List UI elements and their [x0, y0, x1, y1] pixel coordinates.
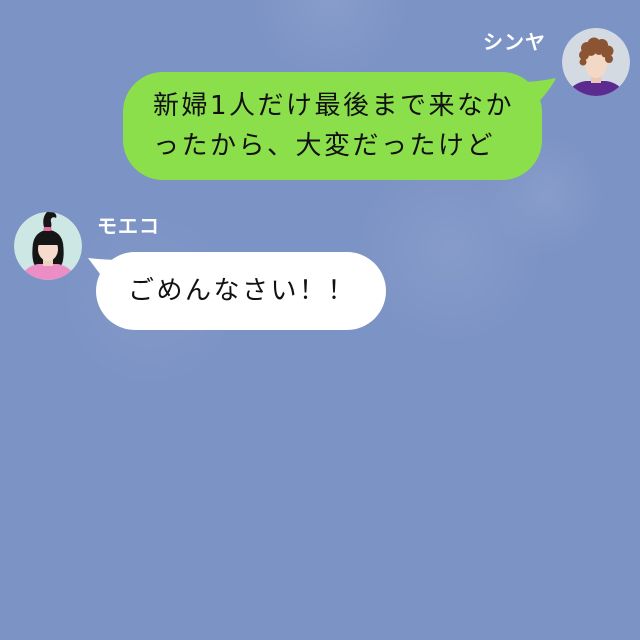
curly-hair-man-avatar-icon[interactable]: [562, 28, 630, 96]
bubble-tail: [522, 78, 556, 104]
sender-name-shinya: シンヤ: [483, 30, 546, 54]
message-line: 新婦1人だけ最後まで来なか: [152, 91, 514, 121]
ponytail-woman-avatar-icon[interactable]: [14, 212, 82, 280]
message-line: ったから、大変だったけど: [152, 131, 495, 161]
chat-screen: シンヤ 新婦1人だけ最後まで来なか ったから、大変だったけど モエコ ごめんなさ…: [0, 0, 640, 640]
avatar-moeko-graphic: [14, 212, 82, 280]
message-line: ごめんなさい！！: [128, 276, 357, 306]
hair-tie: [43, 227, 52, 231]
incoming-message-bubble[interactable]: ごめんなさい！！: [88, 252, 387, 330]
sender-name-moeko: モエコ: [97, 214, 160, 238]
outgoing-message-bubble[interactable]: 新婦1人だけ最後まで来なか ったから、大変だったけど: [122, 72, 556, 180]
avatar-shinya-graphic: [562, 28, 630, 96]
bubble-tail: [88, 258, 122, 282]
